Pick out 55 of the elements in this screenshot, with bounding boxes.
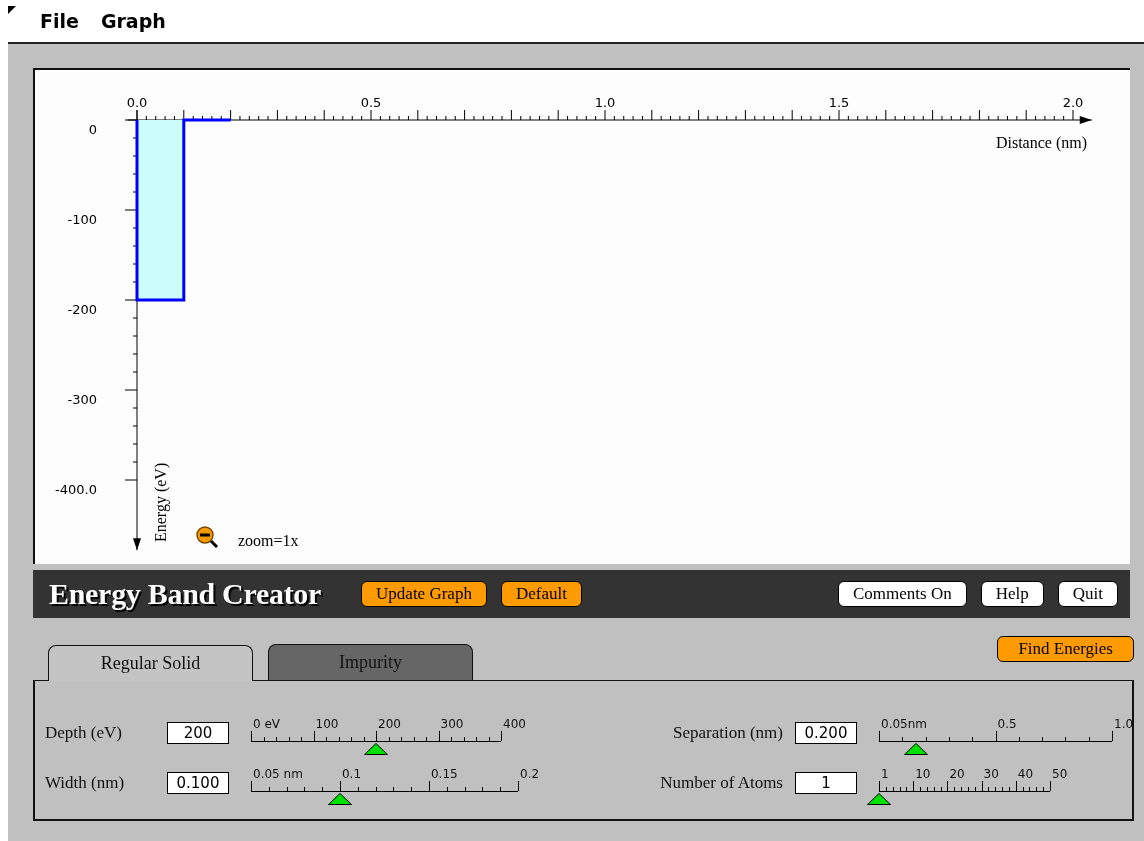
tick-label: 1.0 bbox=[594, 95, 616, 110]
scale-label: 1 bbox=[881, 767, 889, 781]
toolbar-button[interactable]: Default bbox=[500, 581, 582, 607]
tick-label: 0 bbox=[88, 122, 97, 137]
scale-label: 300 bbox=[440, 717, 464, 731]
scale-label: 0.05 nm bbox=[253, 767, 303, 781]
scale-label: 0.15 bbox=[431, 767, 458, 781]
menu-item[interactable]: Graph bbox=[100, 10, 166, 32]
field-label: Depth (eV) bbox=[45, 723, 123, 743]
scale-label: 0.1 bbox=[342, 767, 362, 781]
tick-label: 1.5 bbox=[828, 95, 850, 110]
tick-label: 2.0 bbox=[1062, 95, 1084, 110]
tick-label: -200 bbox=[67, 302, 97, 317]
axis-title: Energy (eV) bbox=[152, 462, 169, 542]
scale-label: 0.5 bbox=[997, 717, 1017, 731]
input-field[interactable]: 1 bbox=[795, 772, 857, 794]
scale-label: 0 eV bbox=[253, 717, 281, 731]
slider-thumb[interactable] bbox=[867, 793, 891, 805]
toolbar-button[interactable]: Quit bbox=[1057, 581, 1118, 607]
tick-label: -400.0 bbox=[55, 482, 97, 497]
scale-label: 1.0 bbox=[1114, 717, 1134, 731]
input-field[interactable]: 0.100 bbox=[167, 772, 229, 794]
scale-label: 50 bbox=[1052, 767, 1068, 781]
scale-label: 100 bbox=[315, 717, 339, 731]
axis-title: Distance (nm) bbox=[995, 134, 1087, 151]
toolbar-button[interactable]: Update Graph bbox=[361, 581, 487, 607]
slider-thumb[interactable] bbox=[364, 743, 388, 755]
scale-label: 400 bbox=[503, 717, 526, 731]
scale-label: 0.05nm bbox=[881, 717, 927, 731]
app-title: Energy Band Creator bbox=[49, 577, 322, 611]
scale-label: 20 bbox=[949, 767, 965, 781]
toolbar-button[interactable]: Help bbox=[980, 581, 1044, 607]
slider-thumb[interactable] bbox=[903, 743, 928, 755]
tab[interactable]: Regular Solid bbox=[48, 645, 253, 681]
tick-label: -300 bbox=[67, 392, 97, 407]
tick-label: 0.0 bbox=[126, 95, 148, 110]
field-label: Number of Atoms bbox=[659, 773, 783, 793]
field-label: Separation (nm) bbox=[672, 723, 783, 743]
input-field[interactable]: 200 bbox=[167, 722, 229, 744]
input-field[interactable]: 0.200 bbox=[795, 722, 857, 744]
field-label: Width (nm) bbox=[45, 773, 126, 793]
tick-label: 0.5 bbox=[360, 95, 382, 110]
zoom-out-icon[interactable] bbox=[196, 526, 219, 549]
scale-label: 30 bbox=[983, 767, 999, 781]
menu-item[interactable]: File bbox=[40, 10, 79, 32]
scale-label: 200 bbox=[378, 717, 401, 731]
slider-thumb[interactable] bbox=[327, 793, 352, 805]
toolbar-button[interactable]: Comments On bbox=[838, 581, 967, 607]
scale-label: 40 bbox=[1017, 767, 1034, 781]
corner-icon bbox=[8, 6, 16, 14]
tick-label: -100 bbox=[67, 212, 97, 227]
zoom-label: zoom=1x bbox=[238, 532, 299, 549]
scale-label: 10 bbox=[915, 767, 931, 781]
scale-label: 0.2 bbox=[520, 767, 540, 781]
find-energies-button[interactable]: Find Energies bbox=[997, 636, 1134, 662]
